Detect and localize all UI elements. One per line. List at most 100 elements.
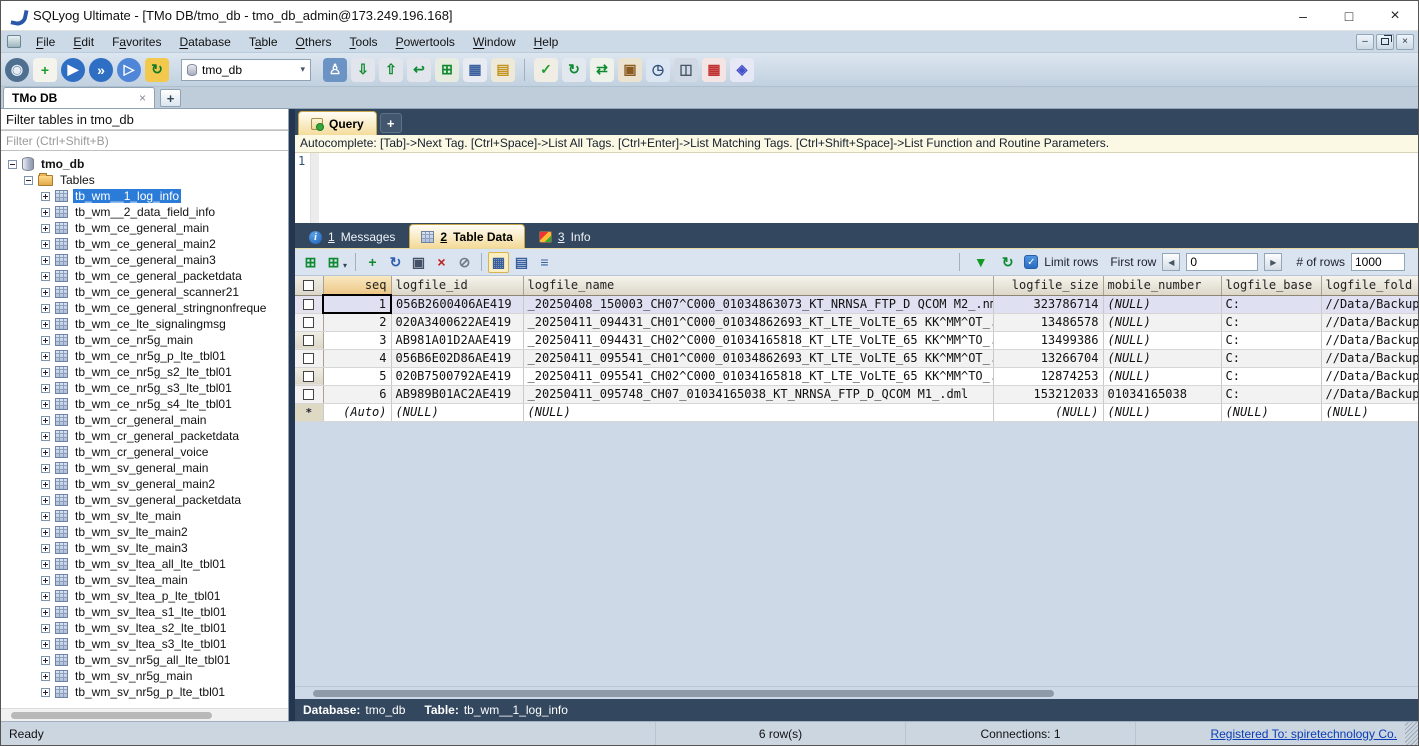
connection-tab-tmo-db[interactable]: TMo DB × xyxy=(3,87,155,108)
grid-cell[interactable]: 3 xyxy=(323,331,391,349)
format-query-icon[interactable]: ✓ xyxy=(534,58,558,82)
sync-database-icon[interactable]: ↻ xyxy=(562,58,586,82)
expand-icon[interactable] xyxy=(41,656,50,665)
tree-table-tb_wm_ce_general_main[interactable]: tb_wm_ce_general_main xyxy=(1,220,288,236)
grid-cell[interactable]: //Data/Backup xyxy=(1321,313,1419,331)
tree-table-tb_wm_sv_nr5g_main[interactable]: tb_wm_sv_nr5g_main xyxy=(1,668,288,684)
tree-table-tb_wm_ce_general_packetdata[interactable]: tb_wm_ce_general_packetdata xyxy=(1,268,288,284)
grid-cell[interactable]: 056B6E02D86AE419 xyxy=(391,349,523,367)
grid-cell[interactable]: 056B2600406AE419 xyxy=(391,295,523,313)
grid-cell[interactable]: C: xyxy=(1221,367,1321,385)
manage-indexes-icon[interactable]: ▤ xyxy=(491,58,515,82)
expand-icon[interactable] xyxy=(41,288,50,297)
mdi-close-button[interactable]: × xyxy=(1396,34,1414,50)
tree-table-tb_wm_cr_general_voice[interactable]: tb_wm_cr_general_voice xyxy=(1,444,288,460)
expand-icon[interactable] xyxy=(41,608,50,617)
expand-icon[interactable] xyxy=(41,688,50,697)
tree-table-tb_wm_cr_general_packetdata[interactable]: tb_wm_cr_general_packetdata xyxy=(1,428,288,444)
refresh-data-icon[interactable]: ↻ xyxy=(385,252,406,273)
grid-cell[interactable]: 13499386 xyxy=(993,331,1103,349)
add-new-row-icon[interactable]: + xyxy=(362,252,383,273)
scrollbar-thumb[interactable] xyxy=(11,712,212,719)
tree-table-tb_wm_sv_lte_main[interactable]: tb_wm_sv_lte_main xyxy=(1,508,288,524)
row-select-cell[interactable] xyxy=(295,367,323,385)
grid-cell[interactable]: (NULL) xyxy=(391,403,523,421)
first-row-decrement-button[interactable]: ◀ xyxy=(1162,253,1180,271)
grid-cell[interactable]: C: xyxy=(1221,385,1321,403)
grid-cell[interactable]: _20250411_095748_CH07_01034165038_KT_NRN… xyxy=(523,385,993,403)
menu-tools[interactable]: Tools xyxy=(341,33,387,51)
save-changes-icon[interactable]: ▣ xyxy=(408,252,429,273)
tree-table-tb_wm_sv_ltea_s3_lte_tbl01[interactable]: tb_wm_sv_ltea_s3_lte_tbl01 xyxy=(1,636,288,652)
collapse-icon[interactable] xyxy=(24,176,33,185)
grid-cell[interactable]: C: xyxy=(1221,295,1321,313)
tree-table-tb_wm_ce_general_main3[interactable]: tb_wm_ce_general_main3 xyxy=(1,252,288,268)
column-header-seq[interactable]: seq xyxy=(323,276,391,295)
grid-cell[interactable]: _20250411_094431_CH01^C000_01034862693_K… xyxy=(523,313,993,331)
tree-table-tb_wm_ce_lte_signalingmsg[interactable]: tb_wm_ce_lte_signalingmsg xyxy=(1,316,288,332)
menu-edit[interactable]: Edit xyxy=(64,33,103,51)
tree-database-node[interactable]: tmo_db xyxy=(1,156,288,172)
status-registered-link[interactable]: Registered To: spiretechnology Co. xyxy=(1135,722,1405,745)
grid-cell[interactable]: 020A3400622AE419 xyxy=(391,313,523,331)
row-checkbox[interactable] xyxy=(303,335,314,346)
grid-cell[interactable]: //Data/Backup xyxy=(1321,295,1419,313)
menu-database[interactable]: Database xyxy=(170,33,239,51)
expand-icon[interactable] xyxy=(41,192,50,201)
cancel-changes-icon[interactable]: ⊘ xyxy=(454,252,475,273)
row-checkbox[interactable] xyxy=(303,389,314,400)
grid-cell[interactable]: (NULL) xyxy=(1103,331,1221,349)
grid-cell[interactable]: (NULL) xyxy=(1321,403,1419,421)
column-header-mobile_number[interactable]: mobile_number xyxy=(1103,276,1221,295)
expand-icon[interactable] xyxy=(41,544,50,553)
grid-cell[interactable]: AB981A01D2AAE419 xyxy=(391,331,523,349)
grid-cell[interactable]: AB989B01AC2AE419 xyxy=(391,385,523,403)
expand-icon[interactable] xyxy=(41,240,50,249)
grid-cell[interactable]: _20250408_150003_CH07^C000_01034863073_K… xyxy=(523,295,993,313)
dump-database-icon[interactable]: ⇩ xyxy=(351,58,375,82)
tree-table-tb_wm_sv_nr5g_all_lte_tbl01[interactable]: tb_wm_sv_nr5g_all_lte_tbl01 xyxy=(1,652,288,668)
tree-table-tb_wm_ce_nr5g_s2_lte_tbl01[interactable]: tb_wm_ce_nr5g_s2_lte_tbl01 xyxy=(1,364,288,380)
expand-icon[interactable] xyxy=(41,256,50,265)
select-all-checkbox[interactable] xyxy=(303,280,314,291)
close-connection-icon[interactable]: × xyxy=(139,91,146,105)
export-table-data-icon[interactable]: ⊞ xyxy=(435,58,459,82)
first-row-input[interactable] xyxy=(1186,253,1258,271)
column-header-logfile_size[interactable]: logfile_size xyxy=(993,276,1103,295)
filter-icon[interactable]: ▼ xyxy=(970,252,991,273)
sql-editor[interactable]: 1 xyxy=(295,153,1418,223)
database-select-dropdown[interactable]: tmo_db ▾ xyxy=(181,59,311,81)
expand-icon[interactable] xyxy=(41,368,50,377)
row-select-cell[interactable] xyxy=(295,295,323,313)
grid-cell[interactable]: 323786714 xyxy=(993,295,1103,313)
new-connection-tab-button[interactable]: + xyxy=(160,89,181,107)
expand-icon[interactable] xyxy=(41,512,50,521)
expand-icon[interactable] xyxy=(41,464,50,473)
grid-cell[interactable]: 12874253 xyxy=(993,367,1103,385)
column-header-logfile_fold[interactable]: logfile_fold xyxy=(1321,276,1419,295)
grid-cell[interactable]: _20250411_095541_CH02^C000_01034165818_K… xyxy=(523,367,993,385)
column-header-logfile_id[interactable]: logfile_id xyxy=(391,276,523,295)
tree-table-tb_wm_sv_ltea_main[interactable]: tb_wm_sv_ltea_main xyxy=(1,572,288,588)
grid-cell[interactable]: (Auto) xyxy=(323,403,391,421)
sidebar-horizontal-scrollbar[interactable] xyxy=(1,708,288,721)
row-checkbox[interactable] xyxy=(303,299,314,310)
expand-icon[interactable] xyxy=(41,336,50,345)
expand-icon[interactable] xyxy=(41,480,50,489)
row-checkbox[interactable] xyxy=(303,353,314,364)
expand-icon[interactable] xyxy=(41,448,50,457)
menu-others[interactable]: Others xyxy=(287,33,341,51)
tree-tables-folder[interactable]: Tables xyxy=(1,172,288,188)
menu-powertools[interactable]: Powertools xyxy=(387,33,464,51)
grid-cell[interactable]: 6 xyxy=(323,385,391,403)
import-external-data-icon[interactable]: ↩ xyxy=(407,58,431,82)
tab-info[interactable]: 3 Info xyxy=(528,226,602,248)
execute-all-queries-icon[interactable]: » xyxy=(89,58,113,82)
scrollbar-thumb[interactable] xyxy=(313,690,1054,697)
mdi-restore-button[interactable] xyxy=(1376,34,1394,50)
tree-table-tb_wm_sv_ltea_s1_lte_tbl01[interactable]: tb_wm_sv_ltea_s1_lte_tbl01 xyxy=(1,604,288,620)
expand-icon[interactable] xyxy=(41,672,50,681)
grid-cell[interactable]: (NULL) xyxy=(1103,403,1221,421)
collapse-icon[interactable] xyxy=(8,160,17,169)
form-view-icon[interactable]: ▤ xyxy=(511,252,532,273)
